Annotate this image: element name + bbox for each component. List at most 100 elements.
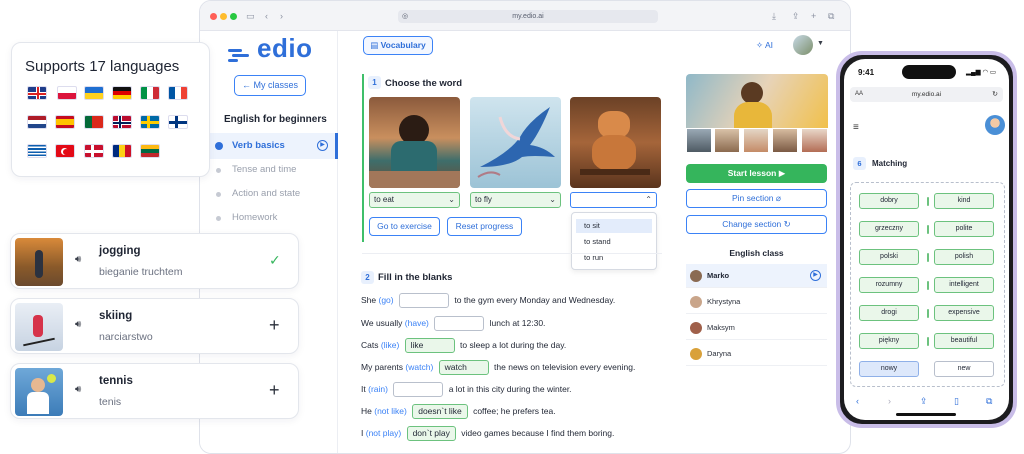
tabs-icon[interactable]: ⧉: [986, 396, 992, 407]
match-tile-left[interactable]: drogi: [859, 305, 919, 321]
tabs-overview-icon[interactable]: ⧉: [828, 10, 834, 22]
word-select-2[interactable]: to fly ⌄: [470, 192, 561, 208]
dropdown-option[interactable]: to stand: [576, 235, 652, 249]
blank-input[interactable]: doesn`t like: [412, 404, 468, 420]
match-tile-right[interactable]: intelligent: [934, 277, 994, 293]
student-row-khrystyna[interactable]: Khrystyna: [686, 290, 827, 314]
reset-progress-button[interactable]: Reset progress: [447, 217, 522, 236]
new-tab-icon[interactable]: +: [811, 10, 816, 22]
video-call-panel[interactable]: [686, 74, 828, 154]
reload-icon[interactable]: ↻: [992, 87, 998, 102]
back-icon[interactable]: ‹: [856, 396, 859, 406]
book-icon: ▤: [370, 40, 381, 50]
dropdown-option[interactable]: to sit: [576, 219, 652, 233]
match-tile-right[interactable]: expensive: [934, 305, 994, 321]
battery-icon: ▭: [989, 69, 997, 76]
match-tile-right[interactable]: polite: [934, 221, 994, 237]
sentence-start: It: [361, 384, 366, 394]
speaker-icon[interactable]: 🔊︎: [75, 319, 81, 330]
phone-address-bar[interactable]: AA my.edio.ai ↻: [850, 87, 1003, 102]
speaker-icon[interactable]: 🔊︎: [75, 254, 81, 265]
match-connector: [927, 197, 929, 206]
back-icon[interactable]: ‹: [265, 10, 268, 22]
maximize-window-dot[interactable]: [230, 13, 237, 20]
go-to-exercise-button[interactable]: Go to exercise: [369, 217, 440, 236]
sentence-start: We usually: [361, 318, 403, 328]
participant-video-thumb[interactable]: [801, 128, 828, 153]
forward-icon[interactable]: ›: [888, 396, 891, 406]
blank-input[interactable]: [399, 293, 449, 309]
nav-item-homework[interactable]: Homework: [200, 205, 338, 231]
change-section-button[interactable]: Change section ↻: [686, 215, 827, 234]
ai-button[interactable]: ✧ AI: [756, 40, 773, 51]
word-select-3[interactable]: ⌃: [570, 192, 657, 208]
exercise-image-flying: [470, 97, 561, 188]
match-tile-left[interactable]: polski: [859, 249, 919, 265]
match-tile-right[interactable]: new: [934, 361, 994, 377]
speaker-icon[interactable]: 🔊︎: [75, 384, 81, 395]
match-tile-left[interactable]: nowy: [859, 361, 919, 377]
flag-germany-icon: [112, 86, 132, 100]
nav-item-action-and-state[interactable]: Action and state: [200, 181, 338, 207]
student-row-daryna[interactable]: Daryna: [686, 342, 827, 366]
chevron-down-icon: ⌄: [448, 195, 455, 204]
participant-video-thumb[interactable]: [714, 128, 740, 153]
menu-icon[interactable]: ≡: [853, 122, 859, 133]
match-tile-left[interactable]: rozumny: [859, 277, 919, 293]
user-avatar[interactable]: [793, 35, 813, 55]
flag-turkey-icon: [55, 144, 75, 158]
word-card-skiing[interactable]: 🔊︎ skiing narciarstwo +: [10, 298, 299, 354]
nav-item-verb-basics[interactable]: Verb basics ▶: [200, 133, 338, 159]
minimize-window-dot[interactable]: [220, 13, 227, 20]
blank-input[interactable]: [393, 382, 444, 398]
match-tile-right[interactable]: beautiful: [934, 333, 994, 349]
match-tile-left[interactable]: grzeczny: [859, 221, 919, 237]
phone-device: 9:41 ▂▄▆ ◠ ▭ AA my.edio.ai ↻ ≡ 6 Matchin…: [836, 51, 1017, 428]
section-number: 6: [853, 157, 866, 170]
play-circle-icon[interactable]: ▶: [317, 140, 328, 151]
start-lesson-button[interactable]: Start lesson ▶: [686, 164, 827, 183]
my-classes-button[interactable]: ← My classes: [234, 75, 306, 96]
download-icon[interactable]: ⤓: [772, 10, 776, 22]
avatar[interactable]: [985, 115, 1005, 135]
match-tile-left[interactable]: piękny: [859, 333, 919, 349]
pin-section-button[interactable]: Pin section ⌀: [686, 189, 827, 208]
add-icon[interactable]: +: [269, 380, 280, 400]
word-card-tennis[interactable]: 🔊︎ tennis tenis +: [10, 363, 299, 419]
word-select-1[interactable]: to eat ⌄: [369, 192, 460, 208]
participant-video-thumb[interactable]: [772, 128, 798, 153]
sidebar-toggle-icon[interactable]: ▭: [246, 10, 255, 22]
blank-input[interactable]: watch: [438, 360, 489, 376]
student-row-marko[interactable]: Marko ▶: [686, 264, 827, 288]
blank-input[interactable]: [434, 316, 485, 332]
match-tile-left[interactable]: dobry: [859, 193, 919, 209]
sentence-start: Cats: [361, 340, 379, 350]
blank-input[interactable]: like: [404, 338, 455, 354]
match-tile-right[interactable]: polish: [934, 249, 994, 265]
participant-video-thumb[interactable]: [686, 128, 712, 153]
add-icon[interactable]: +: [269, 315, 280, 335]
verb-hint: (watch): [405, 362, 434, 372]
student-row-maksym[interactable]: Maksym: [686, 316, 827, 340]
match-tile-right[interactable]: kind: [934, 193, 994, 209]
play-circle-icon[interactable]: ▶: [810, 270, 821, 281]
bird-illustration: [477, 107, 555, 178]
nav-item-tense-and-time[interactable]: Tense and time: [200, 157, 338, 183]
share-icon[interactable]: ⇪: [792, 10, 800, 22]
check-icon[interactable]: ✓: [269, 250, 281, 270]
jogging-photo: [15, 238, 63, 286]
participant-video-thumb[interactable]: [743, 128, 769, 153]
chevron-down-icon[interactable]: ▼: [817, 40, 824, 47]
share-icon[interactable]: ⇪: [920, 396, 928, 407]
blank-input[interactable]: don`t play: [406, 426, 456, 442]
close-window-dot[interactable]: [210, 13, 217, 20]
flag-poland-icon: [57, 86, 77, 100]
class-title: English class: [729, 248, 784, 258]
word-card-jogging[interactable]: 🔊︎ jogging bieganie truchtem ✓: [10, 233, 299, 289]
forward-icon[interactable]: ›: [280, 10, 283, 22]
vocabulary-button[interactable]: ▤ Vocabulary: [363, 36, 433, 55]
exercise-image-eating: [369, 97, 460, 188]
address-bar[interactable]: ◎ my.edio.ai: [398, 10, 658, 23]
reader-mode-button[interactable]: AA: [855, 87, 863, 102]
bookmarks-icon[interactable]: ▯: [954, 396, 959, 407]
